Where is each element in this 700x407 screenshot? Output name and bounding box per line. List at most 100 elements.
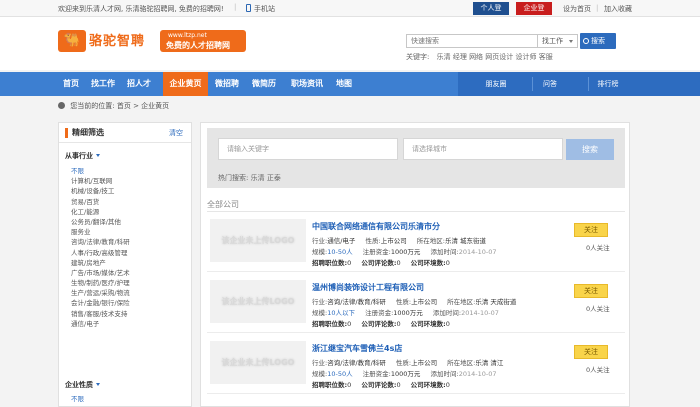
logo-slogan-text: 免费的人才招聘网 bbox=[166, 41, 230, 50]
scale-label: 规模: bbox=[312, 248, 328, 256]
hot-search-link[interactable]: 正泰 bbox=[267, 174, 281, 182]
breadcrumb-home[interactable]: 首页 bbox=[117, 102, 131, 110]
keyword-link[interactable]: 客服 bbox=[539, 53, 553, 61]
camel-icon: 🐫 bbox=[58, 30, 86, 52]
scale-label: 规模: bbox=[312, 370, 328, 378]
nav-map[interactable]: 地图 bbox=[331, 72, 357, 96]
keyword-link[interactable]: 设计师 bbox=[516, 53, 537, 61]
reviews-value: 0 bbox=[396, 259, 401, 267]
sidebar-header: 精细筛选 清空 bbox=[59, 123, 191, 143]
keyword-link[interactable]: 经理 bbox=[453, 53, 467, 61]
industry-option[interactable]: 化工/能源 bbox=[71, 207, 130, 217]
industry-option[interactable]: 不限 bbox=[71, 166, 130, 176]
jobs-value: 0 bbox=[347, 259, 352, 267]
industry-option[interactable]: 生产/营运/采购/物流 bbox=[71, 288, 130, 298]
industry-option[interactable]: 人事/行政/高级管理 bbox=[71, 248, 130, 258]
industry-option[interactable]: 贸易/百货 bbox=[71, 197, 130, 207]
sidebar-title: 精细筛选 bbox=[72, 128, 104, 137]
company-name-link[interactable]: 温州博尚装饰设计工程有限公司 bbox=[312, 282, 424, 293]
hot-search-link[interactable]: 乐清 bbox=[251, 174, 265, 182]
search-filter-box: 请输入关键字 请选择城市 搜索 热门搜索: 乐清 正泰 bbox=[207, 128, 625, 188]
city-select[interactable]: 请选择城市 bbox=[403, 138, 563, 160]
industry-option[interactable]: 咨询/法律/教育/科研 bbox=[71, 237, 130, 247]
nav-find-talent[interactable]: 招人才 bbox=[122, 72, 156, 96]
industry-value: 通信/电子 bbox=[327, 237, 356, 245]
company-stats-row: 招聘职位数:0 公司评论数:0 公司环境数:0 bbox=[312, 318, 450, 328]
industry-option[interactable]: 广告/市场/媒体/艺术 bbox=[71, 268, 130, 278]
industry-option[interactable]: 公务员/翻译/其他 bbox=[71, 217, 130, 227]
keyword-link[interactable]: 网络 bbox=[469, 53, 483, 61]
company-logo-placeholder[interactable]: 该企业未上传LOGO bbox=[210, 219, 306, 262]
main-nav: 首页 找工作 招人才 企业黄页 微招聘 微简历 职场资讯 地图 朋友圈 问答 排… bbox=[0, 72, 700, 96]
nature-option[interactable]: 不限 bbox=[71, 393, 84, 403]
keyword-input[interactable]: 请输入关键字 bbox=[218, 138, 398, 160]
industry-section-title[interactable]: 从事行业 bbox=[65, 151, 100, 161]
industry-option[interactable]: 建筑/房地产 bbox=[71, 258, 130, 268]
quick-search-input[interactable] bbox=[407, 35, 537, 47]
industry-value: 咨询/法律/教育/科研 bbox=[327, 359, 386, 367]
industry-value: 咨询/法律/教育/科研 bbox=[327, 298, 386, 306]
logo-text: 骆驼智聘 bbox=[89, 34, 146, 49]
follow-button[interactable]: 关注 bbox=[574, 223, 608, 237]
company-info-row: 行业:通信/电子 性质:上市公司 所在地区:乐清 城东街道 bbox=[312, 235, 486, 245]
industry-option[interactable]: 通信/电子 bbox=[71, 319, 130, 329]
nav-friends[interactable]: 朋友圈 bbox=[466, 72, 526, 96]
company-meta-row: 规模:10人以下 注册资金:1000万元 添加时间:2014-10-07 bbox=[312, 307, 499, 317]
phone-icon bbox=[246, 4, 251, 12]
nav-company-directory[interactable]: 企业黄页 bbox=[163, 72, 208, 96]
logo-placeholder-text: 该企业未上传LOGO bbox=[221, 236, 295, 245]
industry-option[interactable]: 机械/设备/技工 bbox=[71, 186, 130, 196]
company-name-link[interactable]: 中国联合网络通信有限公司乐清市分 bbox=[312, 221, 440, 232]
rating-label: 公司环境数: bbox=[410, 320, 446, 328]
date-label: 添加时间: bbox=[430, 248, 459, 256]
header-search-label: 搜索 bbox=[591, 37, 605, 45]
nature-label: 性质: bbox=[395, 298, 412, 306]
nav-right-block: 朋友圈 问答 排行榜 bbox=[458, 72, 700, 96]
industry-label: 行业: bbox=[312, 237, 328, 245]
industry-option[interactable]: 销售/客服/技术支持 bbox=[71, 309, 130, 319]
scale-value: 10-50人 bbox=[327, 370, 353, 378]
breadcrumb-current: 企业黄页 bbox=[141, 102, 170, 110]
industry-option[interactable]: 服务业 bbox=[71, 227, 130, 237]
keyword-link[interactable]: 乐清 bbox=[437, 53, 451, 61]
capital-label: 注册资金: bbox=[365, 309, 394, 317]
add-favorite-link[interactable]: 加入收藏 bbox=[604, 4, 632, 14]
company-info-row: 行业:咨询/法律/教育/科研 性质:上市公司 所在地区:乐清 清江 bbox=[312, 357, 503, 367]
nav-qa[interactable]: 问答 bbox=[520, 72, 580, 96]
breadcrumb-prefix: 您当前的位置: bbox=[70, 102, 115, 110]
nav-career-news[interactable]: 职场资讯 bbox=[285, 72, 329, 96]
company-login-button[interactable]: 企业登录 bbox=[516, 2, 552, 25]
company-logo-placeholder[interactable]: 该企业未上传LOGO bbox=[210, 341, 306, 384]
site-logo[interactable]: 🐫 骆驼智聘 www.ltzp.net 免费的人才招聘网 bbox=[58, 28, 248, 56]
company-item: 该企业未上传LOGO 温州博尚装饰设计工程有限公司 行业:咨询/法律/教育/科研… bbox=[207, 275, 625, 333]
scale-label: 规模: bbox=[312, 309, 328, 317]
header-search-button[interactable]: 搜索 bbox=[580, 33, 616, 49]
follow-button[interactable]: 关注 bbox=[574, 345, 608, 359]
industry-option[interactable]: 会计/金融/银行/保险 bbox=[71, 298, 130, 308]
nature-value: 上市公司 bbox=[411, 359, 438, 367]
filter-search-button[interactable]: 搜索 bbox=[566, 139, 614, 160]
jobs-value: 0 bbox=[347, 320, 352, 328]
date-label: 添加时间: bbox=[432, 309, 462, 317]
mobile-site-link[interactable]: 手机站 bbox=[246, 4, 275, 14]
industry-option[interactable]: 生物/制药/医疗/护理 bbox=[71, 278, 130, 288]
nav-micro-recruit[interactable]: 微招聘 bbox=[210, 72, 244, 96]
set-home-link[interactable]: 设为首页 bbox=[563, 4, 591, 14]
company-stats-row: 招聘职位数:0 公司评论数:0 公司环境数:0 bbox=[312, 257, 450, 267]
all-companies-label: 全部公司 bbox=[207, 200, 239, 209]
nav-micro-resume[interactable]: 微简历 bbox=[246, 72, 282, 96]
person-login-button[interactable]: 个人登录 bbox=[473, 2, 509, 25]
company-meta-row: 规模:10-50人 注册资金:1000万元 添加时间:2014-10-07 bbox=[312, 246, 496, 256]
keywords-label: 关键字: bbox=[406, 53, 430, 61]
company-logo-placeholder[interactable]: 该企业未上传LOGO bbox=[210, 280, 306, 323]
nature-section-title[interactable]: 企业性质 bbox=[65, 380, 100, 390]
company-name-link[interactable]: 浙江继宝汽车雪佛兰4s店 bbox=[312, 343, 402, 354]
nav-ranking[interactable]: 排行榜 bbox=[578, 72, 638, 96]
nav-home[interactable]: 首页 bbox=[58, 72, 84, 96]
nav-find-job[interactable]: 找工作 bbox=[86, 72, 120, 96]
industry-option[interactable]: 计算机/互联网 bbox=[71, 176, 130, 186]
sidebar-clear-link[interactable]: 清空 bbox=[169, 123, 183, 143]
follow-button[interactable]: 关注 bbox=[574, 284, 608, 298]
keyword-link[interactable]: 网页设计 bbox=[485, 53, 513, 61]
search-type-select[interactable]: 找工作 bbox=[538, 34, 578, 48]
